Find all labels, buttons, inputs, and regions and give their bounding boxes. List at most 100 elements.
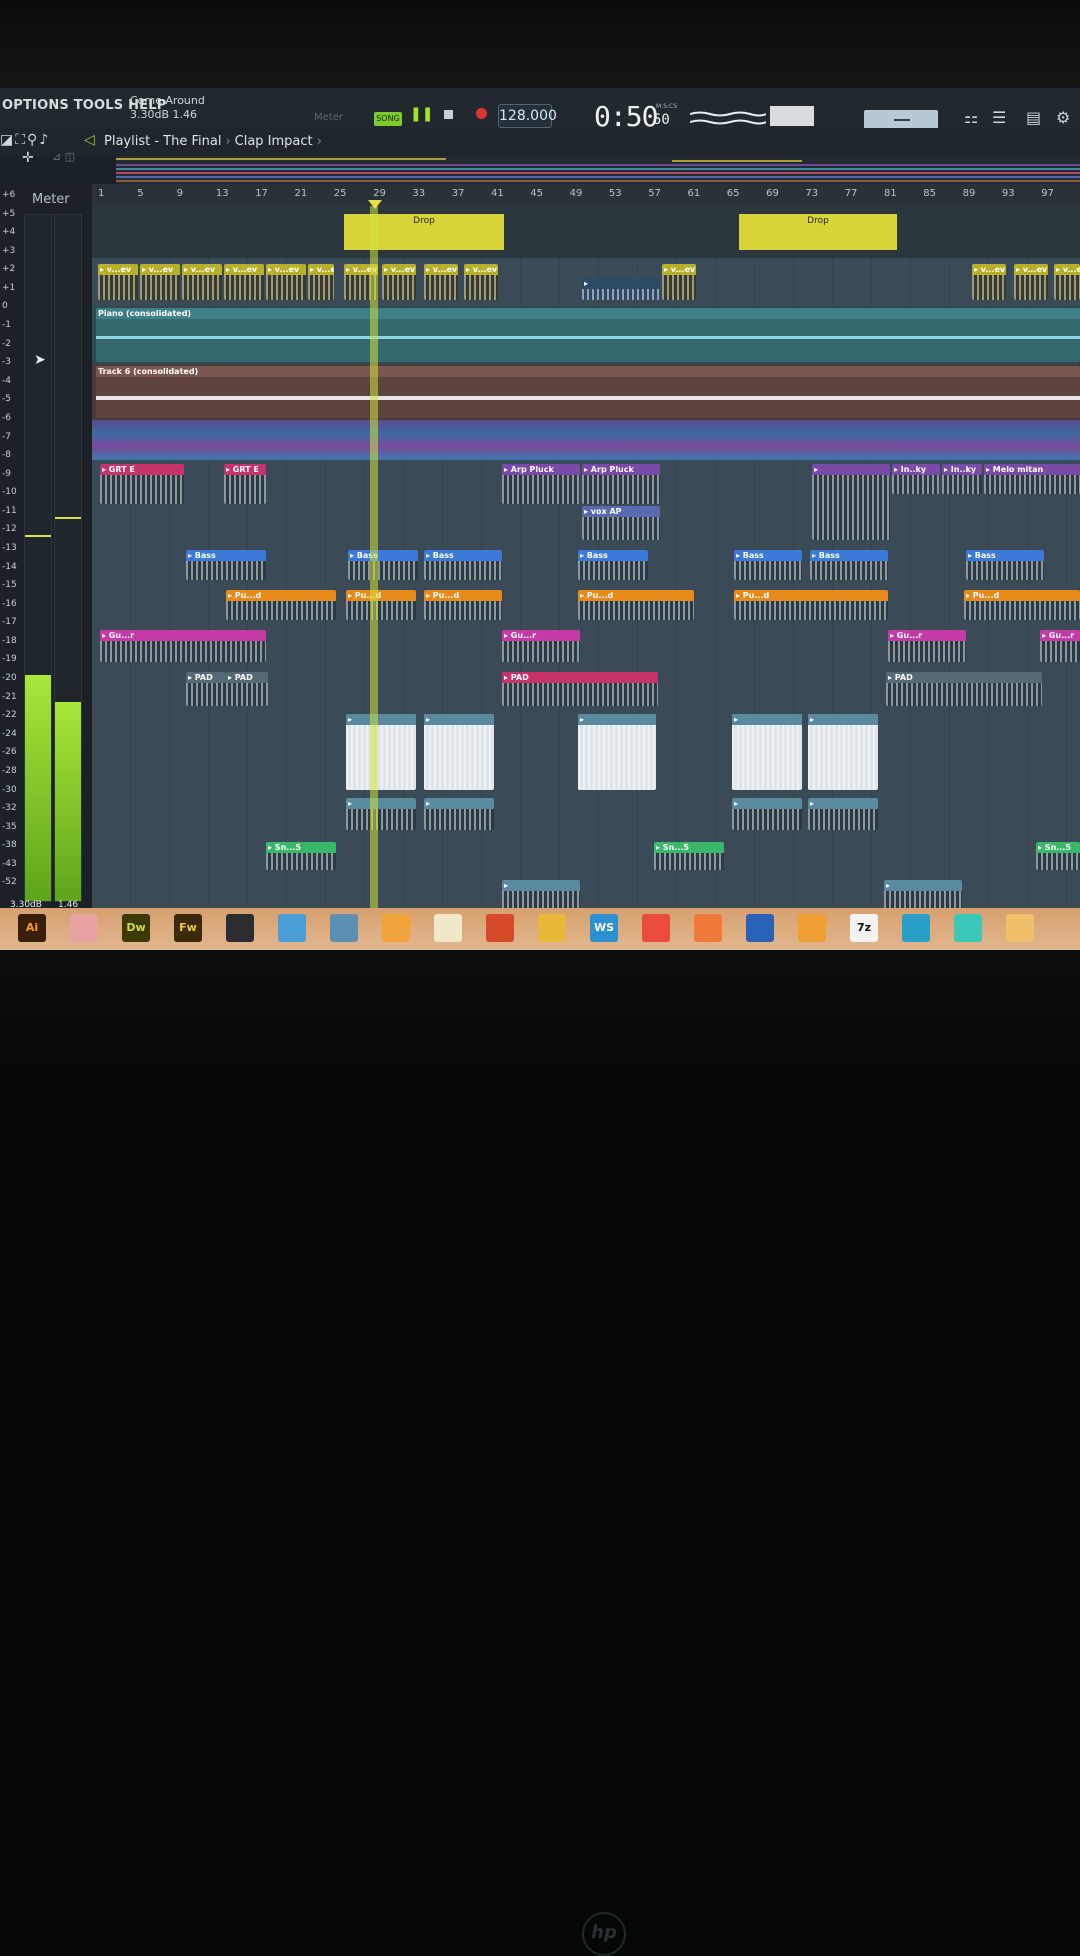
track-fx-2[interactable]: ▸ ▸ ▸ ▸ bbox=[92, 794, 1080, 835]
clip-bass[interactable]: ▸ Bass bbox=[810, 550, 888, 580]
clip-pu[interactable]: ▸ Pu...d bbox=[346, 590, 416, 620]
clip-vox[interactable]: ▸ vox AP bbox=[582, 506, 660, 540]
clip-piano[interactable]: Piano (consolidated) bbox=[96, 308, 1080, 362]
select-icon[interactable]: ⛶ bbox=[15, 132, 27, 148]
clip-pad[interactable]: ▸ PAD bbox=[886, 672, 1042, 706]
channel-rack-icon[interactable]: ☰ bbox=[992, 108, 1006, 127]
clip-vocal[interactable]: ▸ v...ev bbox=[662, 264, 696, 300]
breadcrumb-pattern[interactable]: Clap Impact bbox=[235, 134, 313, 149]
clip-vocal[interactable]: ▸ v...ev bbox=[224, 264, 264, 300]
taskbar-app-icon[interactable] bbox=[902, 914, 930, 942]
clip-pad[interactable]: ▸ PAD bbox=[226, 672, 268, 706]
playlist-tracks[interactable]: Drop Drop ▸ v...ev ▸ v...ev ▸ v...ev ▸ v...… bbox=[92, 206, 1080, 915]
taskbar-app-icon[interactable] bbox=[538, 914, 566, 942]
playlist-overview[interactable] bbox=[116, 156, 1080, 184]
track-bass[interactable]: ▸ Bass ▸ Bass ▸ Bass ▸ Bass ▸ Bass ▸ Bass ▸ Ba… bbox=[92, 544, 1080, 585]
taskbar-app-icon[interactable] bbox=[278, 914, 306, 942]
clip-arp[interactable]: ▸ Arp Pluck bbox=[582, 464, 660, 504]
taskbar-app-icon[interactable] bbox=[642, 914, 670, 942]
track-6[interactable]: Track 6 (consolidated) bbox=[92, 364, 1080, 421]
taskbar-app-icon[interactable] bbox=[434, 914, 462, 942]
menu-tools[interactable]: TOOLS bbox=[74, 98, 124, 113]
speaker-tool-icon[interactable]: ♪ bbox=[39, 132, 50, 148]
clip-inky[interactable]: ▸ In..ky bbox=[942, 464, 982, 494]
clip-fx2[interactable]: ▸ bbox=[808, 798, 878, 830]
clip-vocal[interactable]: ▸ v...ev bbox=[140, 264, 180, 300]
clip-fx2[interactable]: ▸ bbox=[424, 798, 494, 830]
taskbar-app-icon[interactable]: 7z bbox=[850, 914, 878, 942]
taskbar-app-icon[interactable] bbox=[486, 914, 514, 942]
taskbar-app-icon[interactable] bbox=[746, 914, 774, 942]
track-automation[interactable] bbox=[92, 420, 1080, 461]
draw-icon[interactable]: ◪ bbox=[0, 132, 15, 148]
clip-pad[interactable]: ▸ PAD bbox=[186, 672, 226, 706]
clip-synth-pattern[interactable]: ▸ bbox=[812, 464, 890, 540]
clip-bass[interactable]: ▸ Bass bbox=[734, 550, 802, 580]
clip-grt[interactable]: ▸ GRT E bbox=[100, 464, 184, 504]
track-fx-1[interactable]: ▸ ▸ ▸ ▸ ▸ bbox=[92, 710, 1080, 795]
clip-vocal[interactable]: ▸ v...ev bbox=[98, 264, 138, 300]
clip-vocal[interactable]: ▸ v...ev bbox=[182, 264, 222, 300]
clip-sn[interactable]: ▸ Sn...5 bbox=[1036, 842, 1080, 870]
mixer-icon[interactable]: ⚏ bbox=[964, 108, 978, 127]
clip-bass[interactable]: ▸ Bass bbox=[966, 550, 1044, 580]
clip-track6[interactable]: Track 6 (consolidated) bbox=[96, 366, 1080, 418]
clip-arp[interactable]: ▸ Arp Pluck bbox=[502, 464, 580, 504]
clip-sn[interactable]: ▸ Sn...5 bbox=[654, 842, 724, 870]
playhead-marker-icon[interactable] bbox=[368, 200, 382, 209]
clip-fx[interactable]: ▸ bbox=[346, 714, 416, 790]
taskbar-app-icon[interactable] bbox=[226, 914, 254, 942]
taskbar-app-icon[interactable] bbox=[70, 914, 98, 942]
clip-fx[interactable]: ▸ bbox=[424, 714, 494, 790]
menu-options[interactable]: OPTIONS bbox=[2, 98, 69, 113]
breadcrumb-playlist[interactable]: Playlist - The Final bbox=[104, 134, 221, 149]
record-icon[interactable] bbox=[476, 108, 487, 119]
timeline-ruler[interactable]: 1 5 9 13 17 21 25 29 33 37 41 45 49 53 57 61 65 69 73 77 81 8… bbox=[92, 184, 1080, 206]
clip-fx2[interactable]: ▸ bbox=[346, 798, 416, 830]
marker-drop-1[interactable]: Drop bbox=[344, 214, 504, 250]
track-synth[interactable]: ▸ GRT E ▸ GRT E ▸ Arp Pluck ▸ Arp Pluck ▸ vo… bbox=[92, 460, 1080, 545]
taskbar-app-icon[interactable] bbox=[382, 914, 410, 942]
clip-fx[interactable]: ▸ bbox=[578, 714, 656, 790]
clip-fx[interactable]: ▸ bbox=[732, 714, 802, 790]
clip-melo[interactable]: ▸ Melo mitan bbox=[984, 464, 1080, 494]
stop-icon[interactable] bbox=[444, 110, 453, 119]
clip-gu[interactable]: ▸ Gu...r bbox=[502, 630, 580, 662]
clip-pu[interactable]: ▸ Pu...d bbox=[734, 590, 888, 620]
track-piano[interactable]: Piano (consolidated) bbox=[92, 306, 1080, 365]
clip-fx2[interactable]: ▸ bbox=[732, 798, 802, 830]
clip-vocal[interactable]: ▸ v...ev bbox=[1054, 264, 1080, 300]
clip-gu[interactable]: ▸ Gu...r bbox=[1040, 630, 1080, 662]
taskbar-app-icon[interactable] bbox=[694, 914, 722, 942]
clip-bass[interactable]: ▸ Bass bbox=[424, 550, 502, 580]
taskbar-app-icon[interactable]: Fw bbox=[174, 914, 202, 942]
taskbar-app-icon[interactable] bbox=[330, 914, 358, 942]
clip-pu[interactable]: ▸ Pu...d bbox=[226, 590, 336, 620]
taskbar-app-icon[interactable]: Dw bbox=[122, 914, 150, 942]
crosshair-icon[interactable]: ✛ bbox=[22, 150, 34, 166]
clip-gu[interactable]: ▸ Gu...r bbox=[888, 630, 966, 662]
clip-extra[interactable]: ▸ bbox=[502, 880, 580, 910]
track-pad[interactable]: ▸ PAD ▸ PAD ▸ PAD ▸ PAD bbox=[92, 666, 1080, 711]
clip-fx[interactable]: ▸ bbox=[808, 714, 878, 790]
clip-vocal[interactable]: ▸ v...ev bbox=[382, 264, 416, 300]
clip-sn[interactable]: ▸ Sn...5 bbox=[266, 842, 336, 870]
song-mode-button[interactable]: SONG bbox=[374, 112, 402, 126]
clip-bass[interactable]: ▸ Bass bbox=[186, 550, 266, 580]
track-pu[interactable]: ▸ Pu...d ▸ Pu...d ▸ Pu...d ▸ Pu...d ▸ Pu...d… bbox=[92, 584, 1080, 625]
clip-vocal[interactable]: ▸ v...ev bbox=[972, 264, 1006, 300]
track-sn[interactable]: ▸ Sn...5 ▸ Sn...5 ▸ Sn...5 bbox=[92, 834, 1080, 875]
taskbar-app-icon[interactable]: WS bbox=[590, 914, 618, 942]
marker-drop-2[interactable]: Drop bbox=[739, 214, 897, 250]
taskbar-app-icon[interactable] bbox=[1006, 914, 1034, 942]
clip-pu[interactable]: ▸ Pu...d bbox=[964, 590, 1080, 620]
piano-roll-icon[interactable]: ▤ bbox=[1026, 108, 1041, 127]
track-vocal[interactable]: ▸ v...ev ▸ v...ev ▸ v...ev ▸ v...ev ▸ v...ev… bbox=[92, 258, 1080, 307]
clip-bass[interactable]: ▸ Bass bbox=[578, 550, 648, 580]
clip-inky[interactable]: ▸ In..ky bbox=[892, 464, 940, 494]
snap-icon[interactable]: ⊿ ◫ bbox=[52, 150, 75, 163]
clip-bass[interactable]: ▸ Bass bbox=[348, 550, 418, 580]
clip-grt[interactable]: ▸ GRT E bbox=[224, 464, 266, 504]
clip-vocal[interactable]: ▸ v...ev bbox=[1014, 264, 1048, 300]
zoom-icon[interactable]: ⚲ bbox=[27, 132, 39, 148]
